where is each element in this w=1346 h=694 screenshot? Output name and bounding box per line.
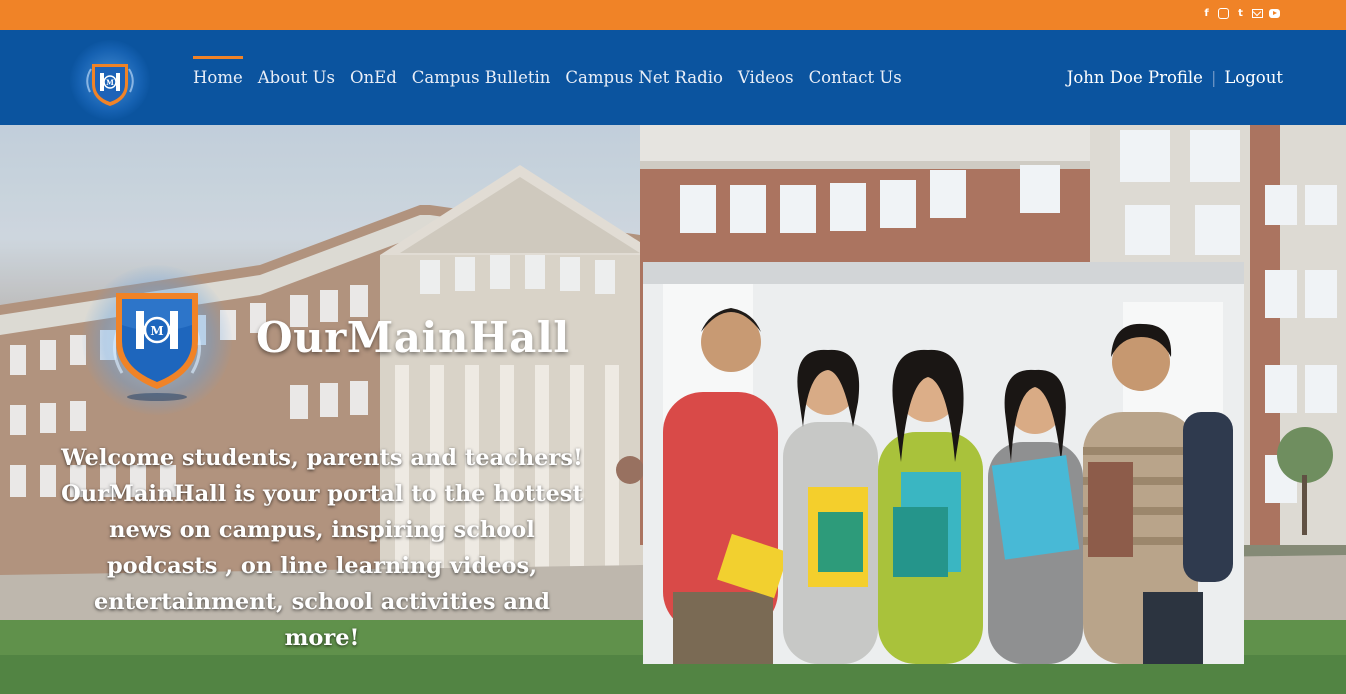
- nav-videos[interactable]: Videos: [738, 56, 794, 87]
- top-bar: f t: [0, 0, 1346, 30]
- mail-icon[interactable]: [1252, 9, 1263, 18]
- logo-letter: M: [150, 324, 163, 338]
- nav-home[interactable]: Home: [193, 56, 243, 87]
- nav-contact-us[interactable]: Contact Us: [809, 56, 902, 87]
- logout-link[interactable]: Logout: [1224, 68, 1283, 87]
- logo-letter: M: [106, 78, 114, 87]
- shield-logo-icon: M: [86, 64, 134, 106]
- nav-campus-bulletin[interactable]: Campus Bulletin: [412, 56, 551, 87]
- site-logo[interactable]: M: [70, 40, 150, 120]
- facebook-icon[interactable]: f: [1201, 8, 1212, 19]
- shield-logo-icon: M: [113, 293, 201, 401]
- user-menu: John Doe Profile | Logout: [1067, 68, 1283, 87]
- instagram-icon[interactable]: [1218, 8, 1229, 19]
- youtube-icon[interactable]: [1269, 9, 1280, 18]
- user-menu-separator: |: [1210, 68, 1217, 87]
- hero-logo: M: [82, 265, 232, 415]
- social-links: f t: [1201, 8, 1280, 19]
- main-navbar: M Home About Us OnEd Campus Bulletin Cam…: [0, 30, 1346, 125]
- hero-welcome-text: Welcome students, parents and teachers! …: [61, 445, 583, 651]
- nav-about-us[interactable]: About Us: [258, 56, 335, 87]
- nav-oned[interactable]: OnEd: [350, 56, 397, 87]
- nav-campus-net-radio[interactable]: Campus Net Radio: [565, 56, 723, 87]
- primary-nav: Home About Us OnEd Campus Bulletin Campu…: [193, 56, 902, 87]
- students-image: [643, 262, 1244, 664]
- profile-link[interactable]: John Doe Profile: [1067, 68, 1203, 87]
- students-photo: [643, 262, 1244, 664]
- twitter-icon[interactable]: t: [1235, 8, 1246, 19]
- hero-banner: M OurMainHall Welcome students, parents …: [0, 125, 1346, 694]
- hero-brand-title: OurMainHall: [256, 313, 570, 362]
